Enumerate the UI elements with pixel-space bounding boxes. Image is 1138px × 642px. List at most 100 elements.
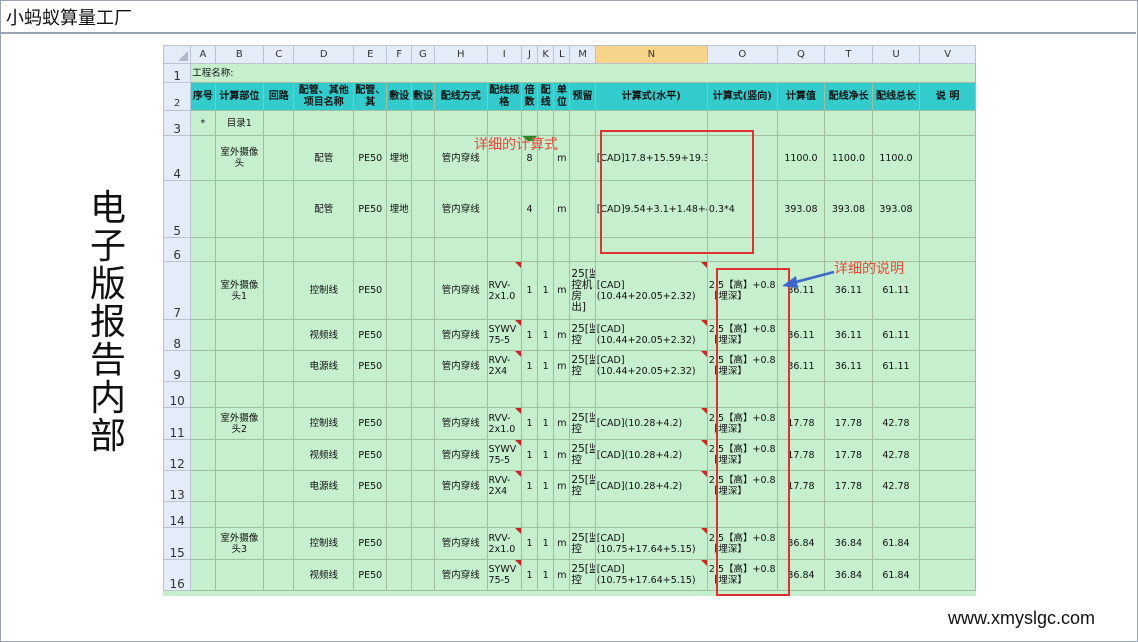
cell-b[interactable]: [214, 439, 265, 471]
cell-l[interactable]: m: [553, 407, 571, 440]
cell-e[interactable]: PE50: [353, 470, 388, 502]
cell-m[interactable]: [569, 237, 596, 262]
cell-empty[interactable]: [410, 110, 435, 136]
cell-h[interactable]: 管内穿线: [433, 180, 488, 238]
cell-t[interactable]: 17.78: [824, 470, 873, 502]
cell-empty[interactable]: [919, 559, 976, 591]
row-header[interactable]: 5: [163, 180, 192, 238]
cell-i[interactable]: RVV-2x1.0: [486, 407, 522, 440]
cell-b[interactable]: 目录1: [214, 110, 265, 136]
cell-i[interactable]: RVV-2x1.0: [486, 261, 522, 320]
cell-j[interactable]: [520, 110, 539, 136]
cell-empty[interactable]: [263, 319, 295, 351]
cell-empty[interactable]: [919, 439, 976, 471]
cell-l[interactable]: m: [553, 470, 571, 502]
cell-empty[interactable]: [263, 237, 295, 262]
cell-a[interactable]: [190, 350, 216, 382]
column-header-t[interactable]: T: [824, 45, 873, 64]
cell-a[interactable]: [190, 501, 216, 528]
cell-a[interactable]: [190, 381, 216, 408]
cell-i[interactable]: [486, 110, 522, 136]
cell-m[interactable]: 25[监控: [569, 319, 596, 351]
row-header[interactable]: 8: [163, 319, 192, 351]
cell-empty[interactable]: [263, 110, 295, 136]
column-header-l[interactable]: L: [553, 45, 571, 64]
header-cell[interactable]: 计算部位: [214, 82, 265, 111]
row-header[interactable]: 16: [163, 559, 192, 591]
header-cell[interactable]: 配线总长: [871, 82, 921, 111]
cell-e[interactable]: PE50: [353, 407, 388, 440]
cell-m[interactable]: [569, 501, 596, 528]
cell-f[interactable]: [386, 319, 412, 351]
cell-d[interactable]: 控制线: [293, 261, 355, 320]
header-cell[interactable]: 配管、其他项目名称: [293, 82, 355, 111]
cell-d[interactable]: 配管: [293, 180, 355, 238]
row-header[interactable]: 1: [163, 63, 192, 83]
cell-t[interactable]: 1100.0: [824, 135, 873, 181]
header-cell[interactable]: 配线净长: [824, 82, 873, 111]
cell-d[interactable]: 电源线: [293, 350, 355, 382]
cell-i[interactable]: [486, 501, 522, 528]
cell-m[interactable]: [569, 381, 596, 408]
cell-j[interactable]: [520, 381, 539, 408]
cell-n[interactable]: [CAD](10.44+20.05+2.32): [594, 350, 708, 382]
select-all-corner[interactable]: [163, 45, 192, 64]
column-header-f[interactable]: F: [386, 45, 412, 64]
cell-empty[interactable]: [263, 527, 295, 560]
cell-h[interactable]: 管内穿线: [433, 470, 488, 502]
spreadsheet[interactable]: ABCDEFGHIJKLMNOQTUV 1 工程名称: 2 序号 计算部位 回路 配管…: [163, 45, 976, 596]
cell-j[interactable]: 1: [520, 470, 539, 502]
cell-e[interactable]: [353, 237, 388, 262]
cell-empty[interactable]: [919, 527, 976, 560]
cell-k[interactable]: 1: [537, 261, 555, 320]
cell-b[interactable]: 室外摄像头1: [214, 261, 265, 320]
column-header-a[interactable]: A: [190, 45, 216, 64]
cell-b[interactable]: 室外摄像头: [214, 135, 265, 181]
cell-l[interactable]: m: [553, 180, 571, 238]
cell-b[interactable]: [214, 381, 265, 408]
header-cell[interactable]: 敷设: [386, 82, 412, 111]
cell-d[interactable]: [293, 237, 355, 262]
cell-q[interactable]: [776, 237, 826, 262]
cell-empty[interactable]: [919, 261, 976, 320]
cell-h[interactable]: 管内穿线: [433, 559, 488, 591]
cell-h[interactable]: 管内穿线: [433, 407, 488, 440]
cell-empty[interactable]: [263, 439, 295, 471]
cell-m[interactable]: 25[监控: [569, 559, 596, 591]
cell-a[interactable]: [190, 237, 216, 262]
cell-m[interactable]: 25[监控: [569, 407, 596, 440]
cell-empty[interactable]: [410, 237, 435, 262]
cell-u[interactable]: 42.78: [871, 439, 921, 471]
cell-u[interactable]: 61.11: [871, 350, 921, 382]
cell-n[interactable]: [CAD](10.75+17.64+5.15): [594, 559, 708, 591]
cell-u[interactable]: [871, 381, 921, 408]
cell-empty[interactable]: [410, 559, 435, 591]
cell-d[interactable]: 视频线: [293, 319, 355, 351]
cell-a[interactable]: [190, 470, 216, 502]
cell-f[interactable]: [386, 261, 412, 320]
column-header-d[interactable]: D: [293, 45, 355, 64]
row-header[interactable]: 4: [163, 135, 192, 181]
cell-b[interactable]: 室外摄像头3: [214, 527, 265, 560]
cell-i[interactable]: RVV-2X4: [486, 470, 522, 502]
header-cell[interactable]: 敷设: [410, 82, 435, 111]
cell-b[interactable]: [214, 319, 265, 351]
cell-i[interactable]: [486, 381, 522, 408]
project-name-label[interactable]: 工程名称:: [190, 63, 976, 83]
cell-d[interactable]: [293, 501, 355, 528]
cell-l[interactable]: m: [553, 439, 571, 471]
cell-u[interactable]: 61.84: [871, 527, 921, 560]
cell-empty[interactable]: [919, 180, 976, 238]
column-header-h[interactable]: H: [433, 45, 488, 64]
cell-k[interactable]: 1: [537, 559, 555, 591]
cell-e[interactable]: [353, 110, 388, 136]
cell-m[interactable]: 25[监控: [569, 527, 596, 560]
cell-empty[interactable]: [263, 501, 295, 528]
cell-a[interactable]: [190, 319, 216, 351]
cell-f[interactable]: [386, 501, 412, 528]
cell-n[interactable]: [CAD](10.44+20.05+2.32): [594, 261, 708, 320]
cell-m[interactable]: 25[监控机房出]: [569, 261, 596, 320]
cell-empty[interactable]: [919, 501, 976, 528]
cell-a[interactable]: [190, 527, 216, 560]
cell-l[interactable]: m: [553, 350, 571, 382]
